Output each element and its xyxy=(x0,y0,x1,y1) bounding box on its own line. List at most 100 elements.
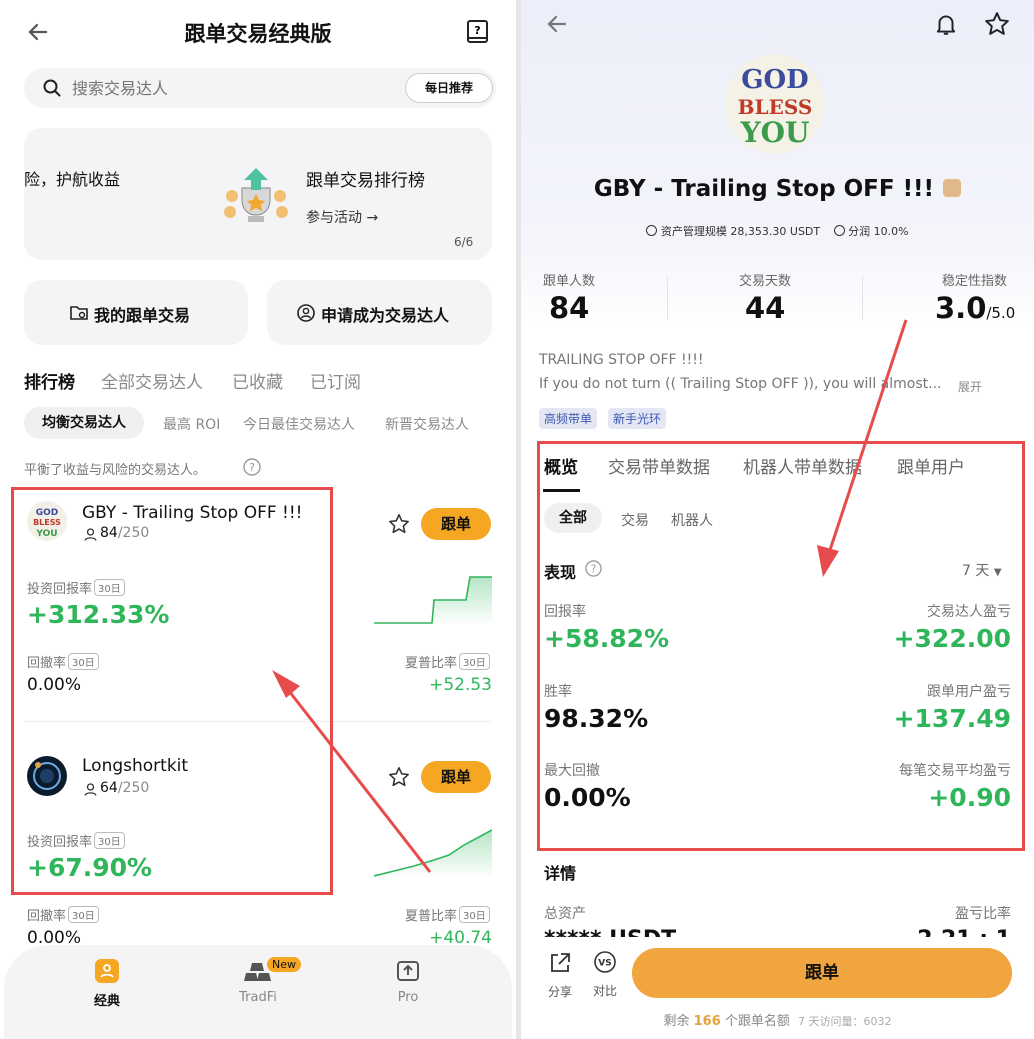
tag-badge: 高频带单 xyxy=(539,408,598,429)
highlight-box xyxy=(537,441,1025,851)
trader-avatar: GOD BLESS YOU xyxy=(725,54,825,154)
filter-new-traders[interactable]: 新晋交易达人 xyxy=(385,414,469,434)
pnl-ratio-value: 2.21 : 1 xyxy=(911,925,1011,937)
new-badge: New xyxy=(267,957,301,972)
star-icon[interactable] xyxy=(388,513,410,535)
aum-row: 资产管理规模 28,353.30 USDT 分润 10.0% xyxy=(521,223,1034,239)
guide-book-icon[interactable]: ? xyxy=(466,19,490,45)
nav-classic-label: 经典 xyxy=(93,994,120,1009)
drawdown-label: 回撤率 30日 xyxy=(27,905,99,924)
details-title: 详情 xyxy=(544,864,577,883)
nav-pro-label: Pro xyxy=(397,990,419,1005)
nav-classic[interactable]: 经典 xyxy=(84,957,130,1017)
tab-subscribed[interactable]: 已订阅 xyxy=(310,368,361,393)
stat-value: 84 xyxy=(549,291,590,325)
stability-value: 3.0/5.0 xyxy=(935,291,1015,325)
trader-name: GBY - Trailing Stop OFF !!! xyxy=(593,176,935,202)
svg-text:?: ? xyxy=(474,24,480,37)
nav-tradfi[interactable]: New TradFi xyxy=(228,957,301,1017)
aum-label: 资产管理规模 xyxy=(660,225,727,238)
coin-icon xyxy=(646,225,658,236)
expand-link[interactable]: 展开 xyxy=(958,378,982,395)
pie-icon xyxy=(833,225,845,236)
banner-join-link[interactable]: 参与活动 → xyxy=(306,207,378,227)
classic-icon xyxy=(95,959,119,983)
period-tag: 30日 xyxy=(68,906,99,923)
filter-hint: 平衡了收益与风险的交易达人。 xyxy=(24,463,207,478)
nav-pro[interactable]: Pro xyxy=(385,957,431,1017)
total-assets-value: ***** USDT xyxy=(544,925,676,937)
follow-button[interactable]: 跟单 xyxy=(632,948,1012,998)
help-icon[interactable]: ? xyxy=(243,458,261,476)
tab-ranking[interactable]: 排行榜 xyxy=(24,368,75,393)
filter-top-roi[interactable]: 最高 ROI xyxy=(163,414,220,434)
search-icon xyxy=(42,78,62,98)
promo-banner[interactable]: 险，护航收益 跟单交易排行榜 参与活动 → 6/6 xyxy=(24,128,492,260)
remaining-slots: 剩余 166 个跟单名额 7 天访问量：6032 xyxy=(521,1010,1034,1029)
svg-text:VS: VS xyxy=(598,959,611,969)
share-icon[interactable] xyxy=(548,951,572,975)
tab-favorites[interactable]: 已收藏 xyxy=(232,368,283,393)
filter-today-best[interactable]: 今日最佳交易达人 xyxy=(243,414,355,434)
badge-icon xyxy=(943,179,962,197)
visits-count: 7 天访问量：6032 xyxy=(798,1015,892,1028)
trophy-icon xyxy=(220,166,292,228)
star-icon[interactable] xyxy=(984,11,1010,37)
tag-badge: 新手光环 xyxy=(608,408,667,429)
sharpe-label-text: 夏普比率 xyxy=(405,909,458,924)
svg-text:?: ? xyxy=(249,461,255,474)
user-circle-icon xyxy=(297,304,315,322)
back-icon[interactable] xyxy=(545,12,569,36)
follow-button[interactable]: 跟单 xyxy=(421,508,491,540)
divider xyxy=(862,276,863,320)
stat-label: 跟单人数 xyxy=(543,274,596,289)
trader-name-row: GBY - Trailing Stop OFF !!! xyxy=(521,176,1034,202)
pro-icon xyxy=(396,959,420,983)
avatar-line: GOD xyxy=(741,65,808,95)
aum-value: 28,353.30 USDT xyxy=(730,225,821,238)
period-tag: 30日 xyxy=(459,653,490,670)
folder-icon xyxy=(70,304,88,320)
drawdown-label-text: 回撤率 xyxy=(27,909,67,924)
stat-value: 3.0 xyxy=(935,291,987,325)
highlight-arrow xyxy=(272,670,432,873)
stat-label: 交易天数 xyxy=(739,274,792,289)
trader-detail: GOD BLESS YOU GBY - Trailing Stop OFF !!… xyxy=(521,0,1034,1039)
bottom-nav: 经典 New TradFi Pro xyxy=(4,945,512,1039)
remain-suffix: 个跟单名额 xyxy=(724,1014,790,1029)
share-label: 分润 xyxy=(848,225,871,238)
description-title: TRAILING STOP OFF !!!! xyxy=(539,352,704,368)
bottom-action-bar: 分享 VS 对比 跟单 剩余 166 个跟单名额 7 天访问量：6032 xyxy=(521,937,1034,1039)
nav-tradfi-label: TradFi xyxy=(239,990,277,1005)
compare-icon[interactable]: VS xyxy=(593,950,617,974)
my-copy-trading-label: 我的跟单交易 xyxy=(94,306,191,325)
daily-recommend-button[interactable]: 每日推荐 xyxy=(405,73,493,103)
apply-trader-label: 申请成为交易达人 xyxy=(321,306,450,325)
bell-icon[interactable] xyxy=(933,11,959,37)
tab-all-traders[interactable]: 全部交易达人 xyxy=(101,368,203,393)
sharpe-label: 夏普比率 30日 xyxy=(405,905,490,924)
divider xyxy=(667,276,668,320)
copy-trading-home: 跟单交易经典版 ? 每日推荐 险，护航收益 跟单交易排行榜 参与活动 → 6/6… xyxy=(0,0,516,1039)
avatar-line: YOU xyxy=(740,116,810,149)
banner-pager: 6/6 xyxy=(454,235,474,249)
banner-title: 跟单交易排行榜 xyxy=(306,171,425,191)
stat-suffix: /5.0 xyxy=(986,304,1016,322)
page-title: 跟单交易经典版 xyxy=(184,22,332,46)
stat-label: 稳定性指数 xyxy=(942,274,1008,289)
my-copy-trading-button[interactable]: 我的跟单交易 xyxy=(24,280,248,345)
roi-sparkline xyxy=(374,576,492,625)
search-input[interactable] xyxy=(72,74,372,102)
apply-trader-button[interactable]: 申请成为交易达人 xyxy=(267,280,492,345)
period-tag: 30日 xyxy=(459,906,490,923)
filter-balanced[interactable]: 均衡交易达人 xyxy=(24,407,144,439)
remain-count: 166 xyxy=(693,1014,721,1029)
compare-label[interactable]: 对比 xyxy=(593,982,617,999)
pnl-ratio-label: 盈亏比率 xyxy=(955,906,1011,922)
search-bar[interactable]: 每日推荐 xyxy=(24,68,496,108)
banner-prev-text: 险，护航收益 xyxy=(24,170,121,189)
share-label[interactable]: 分享 xyxy=(548,983,572,1000)
total-assets-label: 总资产 xyxy=(544,906,586,922)
stat-value: 44 xyxy=(745,291,786,325)
highlight-arrow xyxy=(817,319,908,577)
